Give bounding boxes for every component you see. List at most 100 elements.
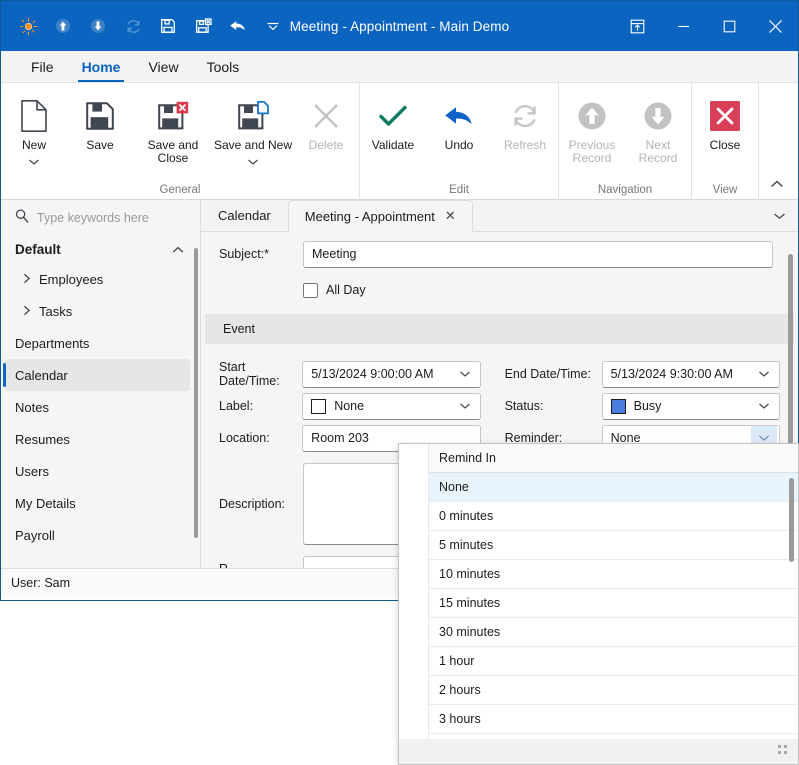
chevron-down-icon[interactable] <box>751 394 777 419</box>
ribbon-button-previous-record-label: Previous Record <box>568 138 616 165</box>
reminder-option-3-hours[interactable]: 3 hours <box>429 705 798 734</box>
navigation-sidebar: Type keywords here Default Employees Tas… <box>1 200 201 568</box>
start-datetime-label: Start Date/Time: <box>219 360 280 388</box>
reminder-option-15-minutes[interactable]: 15 minutes <box>429 589 798 618</box>
minimize-button[interactable] <box>660 1 706 51</box>
label-status-row: Label: None Status: Busy <box>201 390 798 422</box>
customize-quick-access-icon[interactable] <box>258 11 288 41</box>
status-combo[interactable]: Busy <box>601 392 780 420</box>
ribbon-button-next-record: Next Record <box>625 87 691 165</box>
reminder-option-0-minutes[interactable]: 0 minutes <box>429 502 798 531</box>
ribbon-tab-strip: File Home View Tools <box>1 51 798 83</box>
save-icon[interactable] <box>153 11 183 41</box>
ribbon-button-close[interactable]: Close <box>692 87 758 152</box>
subject-input[interactable]: Meeting <box>303 240 773 268</box>
all-day-checkbox[interactable]: All Day <box>303 282 366 298</box>
sidebar-item-tasks[interactable]: Tasks <box>1 295 200 327</box>
save-and-close-icon <box>157 95 189 137</box>
ribbon-button-new[interactable]: New <box>1 87 67 171</box>
sidebar-group-default[interactable]: Default <box>1 236 200 263</box>
reminder-option-partial[interactable] <box>429 734 798 739</box>
chevron-down-icon[interactable] <box>452 394 478 419</box>
start-datetime-input[interactable]: 5/13/2024 9:00:00 AM <box>302 360 481 388</box>
sidebar-item-label: Notes <box>15 399 49 415</box>
sidebar-item-users[interactable]: Users <box>1 455 200 487</box>
chevron-up-icon[interactable] <box>172 242 184 257</box>
tab-close-icon[interactable]: ✕ <box>445 208 456 224</box>
ribbon-group-edit: Validate Undo Refresh Edit <box>360 83 559 200</box>
ribbon-group-general: New Save Save and Close Save and New Del… <box>1 83 360 200</box>
sidebar-item-label: Users <box>15 463 49 479</box>
search-input[interactable]: Type keywords here <box>37 211 149 225</box>
ribbon-button-save-and-new[interactable]: Save and New <box>213 87 293 171</box>
ribbon-tab-home[interactable]: Home <box>68 51 135 82</box>
sidebar-item-my-details[interactable]: My Details <box>1 487 200 519</box>
ribbon-tab-tools[interactable]: Tools <box>193 51 254 82</box>
sidebar-item-label: Calendar <box>15 367 68 383</box>
sidebar-item-employees[interactable]: Employees <box>1 263 200 295</box>
save-and-close-icon[interactable] <box>188 11 218 41</box>
app-logo-icon[interactable] <box>13 11 43 41</box>
ribbon-button-undo-label: Undo <box>444 138 474 152</box>
undo-icon[interactable] <box>223 11 253 41</box>
subject-label: Subject:* <box>219 247 270 261</box>
chevron-down-icon[interactable] <box>751 362 777 387</box>
ribbon-button-validate[interactable]: Validate <box>360 87 426 152</box>
chevron-down-icon[interactable] <box>452 362 478 387</box>
ribbon-tab-view[interactable]: View <box>134 51 192 82</box>
reminder-option-5-minutes[interactable]: 5 minutes <box>429 531 798 560</box>
reminder-option-30-minutes[interactable]: 30 minutes <box>429 618 798 647</box>
tab-meeting-appointment[interactable]: Meeting - Appointment ✕ <box>287 200 473 232</box>
reminder-option-none[interactable]: ▷ None <box>429 473 798 502</box>
search-box[interactable]: Type keywords here <box>1 200 200 236</box>
reminder-dropdown-gutter <box>399 444 429 739</box>
reminder-dropdown-scrollbar[interactable] <box>789 478 794 562</box>
tab-calendar-label: Calendar <box>218 207 271 223</box>
ribbon-display-options-button[interactable] <box>614 1 660 51</box>
save-and-new-icon <box>237 95 269 137</box>
maximize-button[interactable] <box>706 1 752 51</box>
sidebar-scrollbar[interactable] <box>194 248 198 538</box>
ribbon-button-delete-label: Delete <box>308 138 344 152</box>
label-field-combo[interactable]: None <box>302 392 481 420</box>
ribbon-button-save-and-close[interactable]: Save and Close <box>133 87 213 165</box>
chevron-down-icon[interactable] <box>247 153 259 171</box>
all-day-row: All Day <box>201 276 798 304</box>
all-day-label: All Day <box>326 283 366 297</box>
reminder-option-2-hours[interactable]: 2 hours <box>429 676 798 705</box>
next-record-icon[interactable] <box>83 11 113 41</box>
ribbon-tab-file[interactable]: File <box>17 51 68 82</box>
close-button[interactable] <box>752 1 798 51</box>
collapse-ribbon-button[interactable] <box>766 173 788 195</box>
sidebar-item-payroll[interactable]: Payroll <box>1 519 200 551</box>
undo-icon <box>443 95 475 137</box>
chevron-right-icon[interactable] <box>23 304 31 319</box>
sidebar-item-resumes[interactable]: Resumes <box>1 423 200 455</box>
form-scrollbar[interactable] <box>788 254 793 444</box>
previous-record-icon[interactable] <box>48 11 78 41</box>
window-controls <box>614 1 798 51</box>
refresh-icon[interactable] <box>118 11 148 41</box>
sidebar-item-label: Resumes <box>15 431 70 447</box>
document-tabs-overflow-icon[interactable] <box>770 207 788 225</box>
validate-check-icon <box>378 95 408 137</box>
reminder-option-10-minutes[interactable]: 10 minutes <box>429 560 798 589</box>
reminder-option-label: 5 minutes <box>439 538 494 552</box>
title-bar[interactable]: Meeting - Appointment - Main Demo <box>1 1 798 51</box>
sidebar-item-departments[interactable]: Departments <box>1 327 200 359</box>
ribbon-button-validate-label: Validate <box>371 138 415 152</box>
location-label: Location: <box>219 431 270 445</box>
status-value: Busy <box>633 399 662 413</box>
ribbon-button-save[interactable]: Save <box>67 87 133 152</box>
ribbon-button-undo[interactable]: Undo <box>426 87 492 152</box>
sidebar-item-label: Tasks <box>39 303 73 319</box>
reminder-dropdown-popup[interactable]: Remind In ▷ None 0 minutes 5 minutes 10 … <box>398 443 799 765</box>
chevron-down-icon[interactable] <box>28 153 40 171</box>
end-datetime-input[interactable]: 5/13/2024 9:30:00 AM <box>601 360 780 388</box>
sidebar-item-calendar[interactable]: Calendar <box>3 359 190 391</box>
chevron-right-icon[interactable] <box>23 272 31 287</box>
resize-grip-icon[interactable] <box>778 745 792 759</box>
tab-calendar[interactable]: Calendar <box>201 199 288 231</box>
reminder-option-1-hour[interactable]: 1 hour <box>429 647 798 676</box>
sidebar-item-notes[interactable]: Notes <box>1 391 200 423</box>
